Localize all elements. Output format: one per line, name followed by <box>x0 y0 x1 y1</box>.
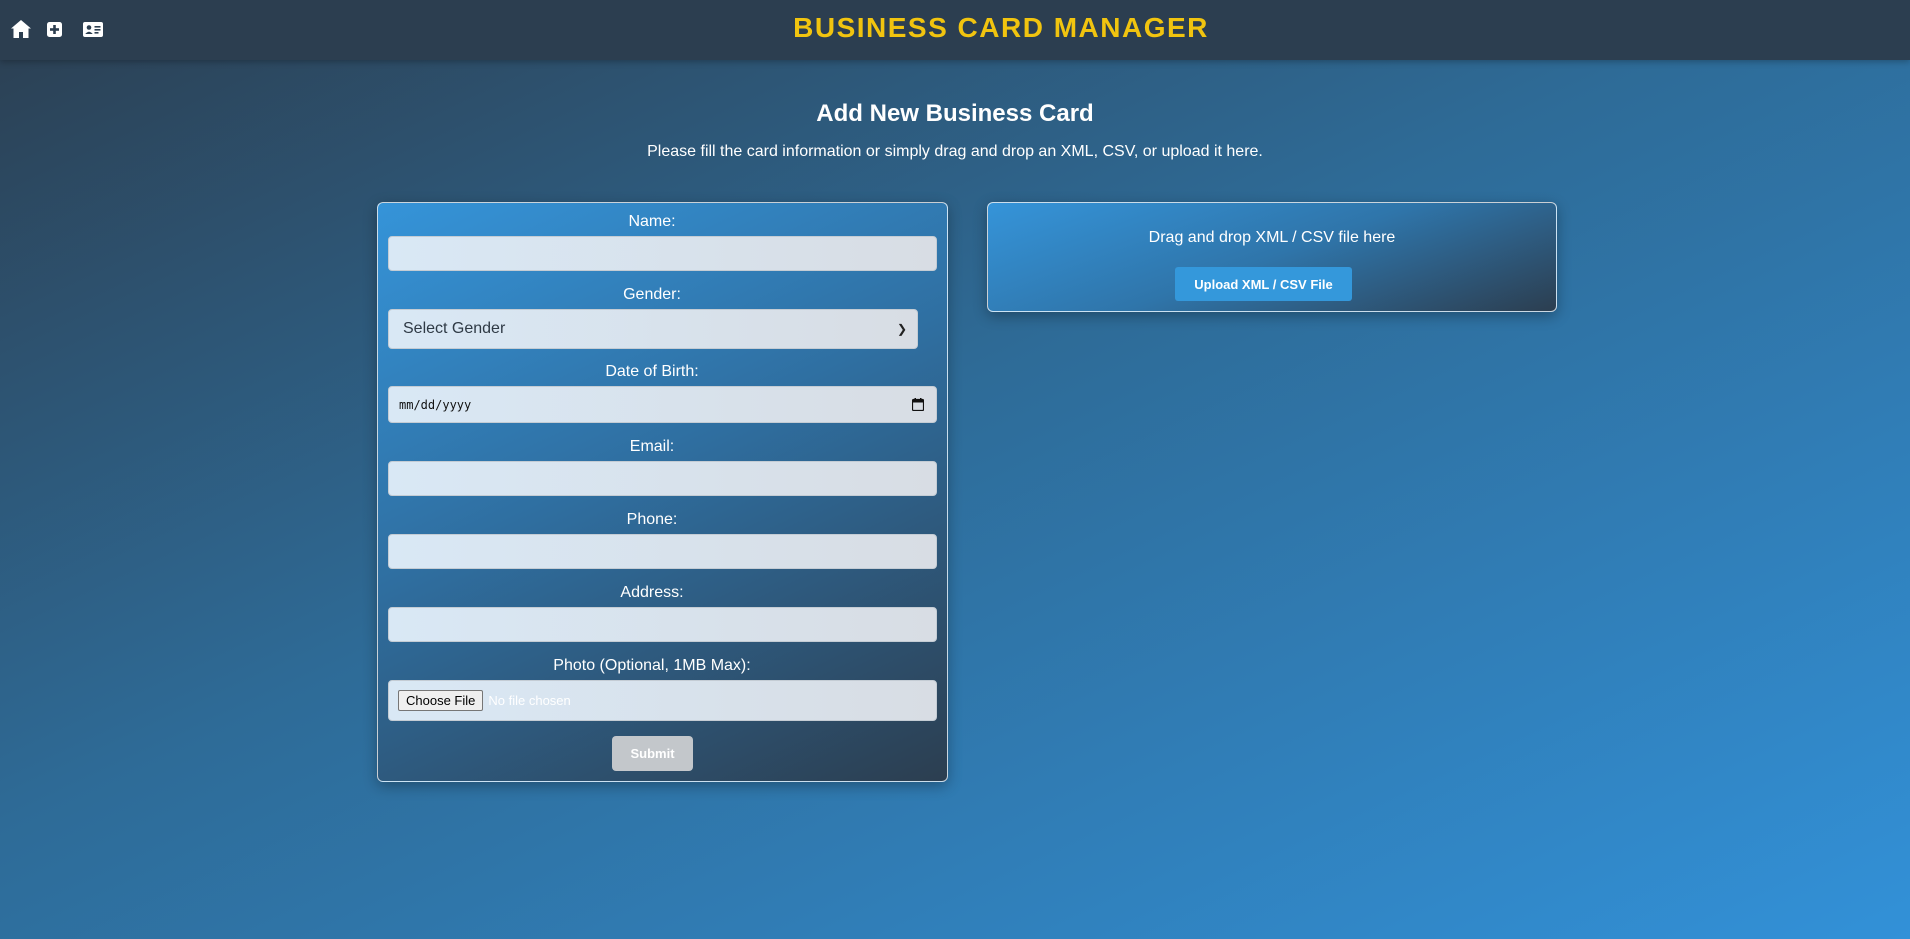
top-navbar: BUSINESS CARD MANAGER <box>0 0 1910 60</box>
dob-input[interactable]: mm/dd/yyyy <box>388 386 937 423</box>
email-label: Email: <box>629 438 675 455</box>
gender-label: Gender: <box>623 286 681 303</box>
app-title: BUSINESS CARD MANAGER <box>793 12 1209 43</box>
dob-label: Date of Birth: <box>605 363 699 380</box>
page-title: Add New Business Card <box>816 100 1094 127</box>
file-drop-zone[interactable]: Drag and drop XML / CSV file here Upload… <box>987 202 1557 312</box>
email-input[interactable] <box>388 461 937 496</box>
photo-file-input[interactable]: Choose File No file chosen <box>388 680 937 721</box>
name-label: Name: <box>628 213 676 230</box>
gender-select-value: Select Gender <box>403 320 506 337</box>
no-file-text: No file chosen <box>488 693 571 708</box>
calendar-icon[interactable] <box>912 398 924 411</box>
page-subtitle: Please fill the card information or simp… <box>647 143 1263 160</box>
upload-file-button[interactable]: Upload XML / CSV File <box>1175 267 1352 301</box>
chevron-down-icon: ❯ <box>896 322 907 336</box>
address-input[interactable] <box>388 607 937 642</box>
choose-file-button[interactable]: Choose File <box>398 690 484 711</box>
photo-label: Photo (Optional, 1MB Max): <box>553 657 751 674</box>
name-input[interactable] <box>388 236 937 271</box>
card-form-panel: Name: Gender: Select Gender ❯ Date of Bi… <box>377 202 948 782</box>
phone-input[interactable] <box>388 534 937 569</box>
dob-placeholder: mm/dd/yyyy <box>399 398 472 412</box>
gender-select[interactable]: Select Gender ❯ <box>388 309 918 349</box>
submit-button[interactable]: Submit <box>612 736 693 771</box>
phone-label: Phone: <box>626 511 678 528</box>
drop-zone-text: Drag and drop XML / CSV file here <box>1148 229 1396 246</box>
address-label: Address: <box>620 584 684 601</box>
